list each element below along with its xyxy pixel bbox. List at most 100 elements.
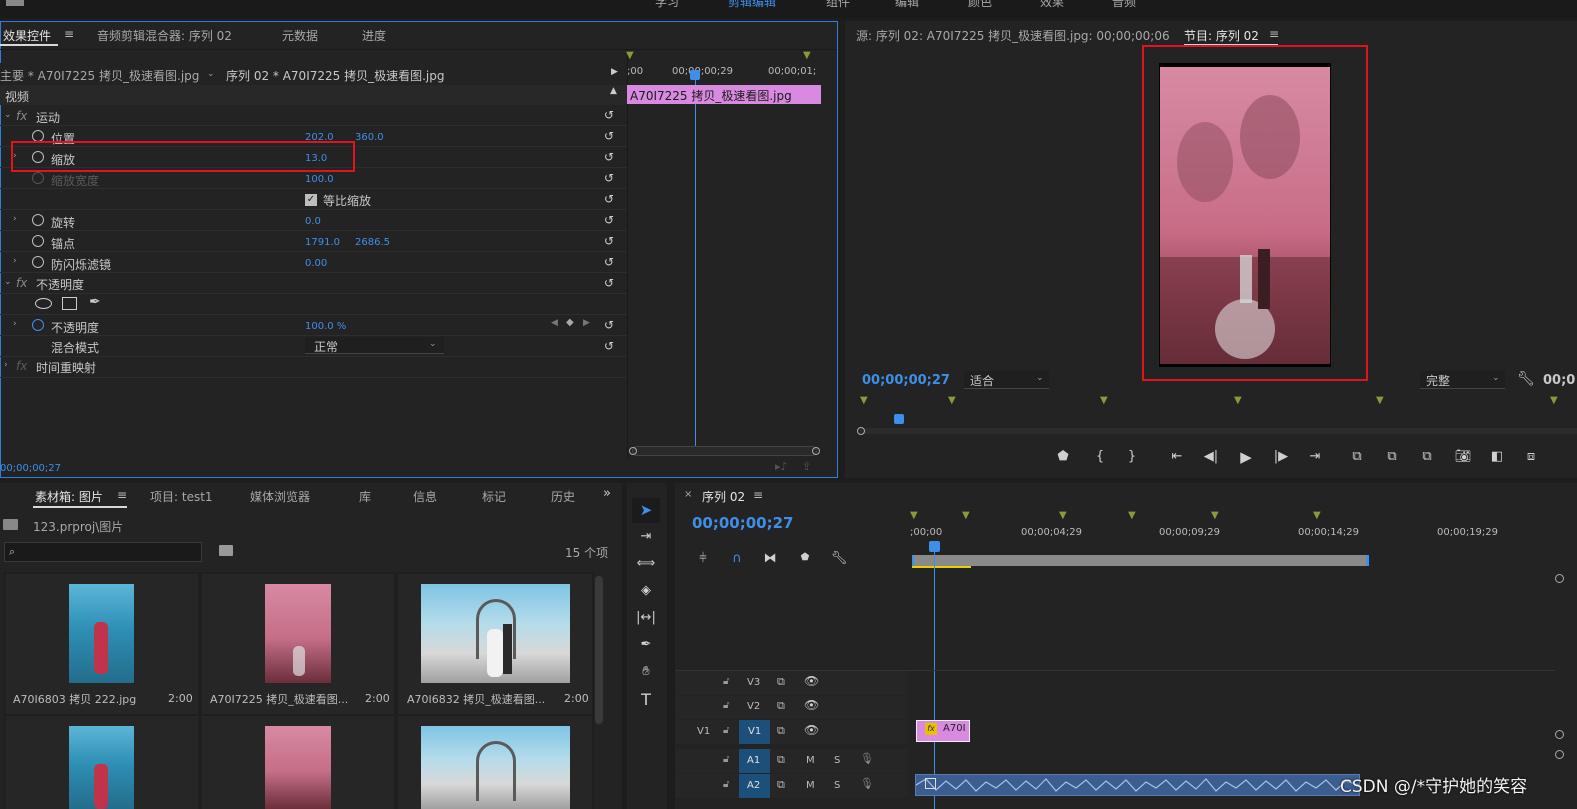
quality-select[interactable]: 完整 ⌄	[1420, 371, 1505, 389]
selection-tool-icon[interactable]: ➤	[632, 498, 660, 523]
workspace-tab-learn[interactable]: 学习	[655, 0, 679, 10]
anchor-x-value[interactable]: 1791.0	[305, 237, 340, 248]
source-patch-label[interactable]: V1	[697, 726, 710, 737]
thumbnail-image[interactable]	[69, 584, 134, 683]
export-icon[interactable]: ⇪	[802, 460, 811, 473]
work-area-bar[interactable]	[912, 555, 1369, 566]
mute-button[interactable]: M	[806, 755, 815, 766]
step-forward-icon[interactable]: |▶	[1270, 449, 1292, 464]
sync-lock-icon[interactable]: ⧉	[777, 675, 785, 689]
expand-chevron-icon[interactable]: ›	[13, 319, 17, 329]
lock-icon[interactable]: 🔓︎	[723, 779, 729, 790]
go-to-out-icon[interactable]: ⇥	[1304, 449, 1326, 464]
reset-icon[interactable]: ↺	[604, 109, 618, 121]
rotation-value[interactable]: 0.0	[305, 216, 321, 227]
fit-select[interactable]: 适合 ⌄	[964, 371, 1049, 389]
timeline-vscroll-handle[interactable]	[1555, 574, 1564, 583]
tab-libraries[interactable]: 库	[359, 488, 371, 505]
mini-playhead-handle[interactable]	[690, 70, 700, 80]
thumbnail-image[interactable]	[421, 726, 570, 809]
track-select-tool-icon[interactable]: ⇥	[635, 529, 657, 544]
toggle-proxies-icon[interactable]: ⧈	[1520, 449, 1542, 464]
sync-lock-icon[interactable]: ⧉	[777, 699, 785, 713]
tab-metadata[interactable]: 元数据	[282, 27, 318, 44]
mini-scroll-handle-left[interactable]	[629, 447, 637, 455]
export-frame-icon[interactable]: 📷︎	[1452, 449, 1474, 464]
uniform-scale-checkbox[interactable]: ✓	[305, 194, 317, 206]
razor-tool-icon[interactable]: ◈	[635, 583, 657, 598]
play-only-clip-icon[interactable]: ▶	[611, 67, 618, 77]
program-ruler[interactable]: ▼ ▼ ▼ ▼ ▼ ▼	[857, 395, 1577, 435]
tab-effect-controls[interactable]: 效果控件	[3, 27, 51, 44]
opacity-group-row[interactable]	[0, 273, 627, 294]
pen-mask-icon[interactable]: ✒	[89, 294, 101, 310]
keyframe-prev-icon[interactable]: ◀	[551, 318, 558, 328]
lock-icon[interactable]: 🔓︎	[723, 700, 729, 711]
keyframe-next-icon[interactable]: ▶	[583, 318, 590, 328]
add-marker-icon[interactable]: ⬟	[794, 552, 816, 563]
program-playhead[interactable]	[894, 414, 904, 424]
tab-media-browser[interactable]: 媒体浏览器	[250, 488, 310, 505]
play-icon[interactable]: ▶	[1235, 448, 1257, 466]
timeline-clip-a2[interactable]	[915, 774, 1360, 796]
tab-sequence[interactable]: 序列 02	[702, 488, 745, 505]
microphone-icon[interactable]: 🎙︎	[860, 752, 874, 765]
track-label[interactable]: A1	[747, 755, 760, 766]
reset-icon[interactable]: ↺	[604, 235, 618, 247]
thumbnail-image[interactable]	[69, 726, 134, 809]
sync-lock-icon[interactable]: ⧉	[777, 724, 785, 738]
mark-in-icon[interactable]: {	[1089, 449, 1111, 464]
reset-icon[interactable]: ↺	[604, 277, 618, 289]
track-label[interactable]: A2	[747, 780, 760, 791]
sequence-clip-label[interactable]: 序列 02 * A70I7225 拷贝_极速看图.jpg	[226, 67, 444, 84]
timeline-playhead-handle[interactable]	[929, 541, 940, 552]
timeline-vscroll-handle[interactable]	[1555, 750, 1564, 759]
home-icon[interactable]	[6, 0, 24, 6]
reset-icon[interactable]: ↺	[604, 151, 618, 163]
pen-tool-icon[interactable]: ✒	[635, 637, 657, 652]
sync-lock-icon[interactable]: ⧉	[777, 753, 785, 767]
expand-chevron-icon[interactable]: ›	[13, 214, 17, 224]
thumbnail-image[interactable]	[421, 584, 570, 683]
workspace-tab-effects[interactable]: 效果	[1040, 0, 1064, 10]
workspace-tab-assembly[interactable]: 剪辑编辑	[728, 0, 776, 10]
microphone-icon[interactable]: 🎙︎	[860, 777, 874, 790]
slip-tool-icon[interactable]: |↔|	[635, 610, 657, 625]
hand-tool-icon[interactable]: ✋︎	[635, 664, 657, 679]
step-back-icon[interactable]: ◀|	[1200, 449, 1222, 464]
panel-menu-icon[interactable]: ≡	[117, 488, 127, 502]
overwrite-icon[interactable]: ⧉	[1381, 449, 1403, 464]
add-marker-icon[interactable]: ⬟	[1052, 449, 1074, 464]
timeline-clip-v1[interactable]: fx A70I	[916, 720, 970, 742]
expand-chevron-icon[interactable]: ⌄	[4, 110, 12, 120]
effect-timecode[interactable]: 00;00;00;27	[0, 463, 61, 474]
track-label[interactable]: V2	[747, 701, 760, 712]
blend-mode-select[interactable]: 正常 ⌄	[305, 337, 444, 354]
stopwatch-icon[interactable]	[32, 319, 44, 331]
program-scroll-track[interactable]	[860, 428, 1577, 434]
lift-icon[interactable]: ⧉	[1416, 449, 1438, 464]
more-tabs-icon[interactable]: »	[603, 486, 611, 501]
stopwatch-icon[interactable]	[32, 256, 44, 268]
sync-lock-icon[interactable]: ⧉	[777, 778, 785, 792]
reset-icon[interactable]: ↺	[604, 256, 618, 268]
antiflicker-value[interactable]: 0.00	[305, 258, 327, 269]
track-label[interactable]: V1	[748, 726, 761, 737]
ripple-edit-tool-icon[interactable]: ⟺	[635, 556, 657, 571]
timeline-vscroll-handle[interactable]	[1555, 730, 1564, 739]
position-y-value[interactable]: 360.0	[355, 132, 384, 143]
wrench-icon[interactable]: 🔧︎	[828, 551, 850, 566]
tab-audio-mixer[interactable]: 音频剪辑混合器: 序列 02	[97, 27, 232, 44]
tab-progress[interactable]: 进度	[362, 27, 386, 44]
mini-scroll-handle-right[interactable]	[812, 447, 820, 455]
snap-magnet-icon[interactable]: ∩	[726, 551, 748, 566]
linked-selection-icon[interactable]: ⧓	[759, 551, 781, 566]
type-tool-icon[interactable]: T	[635, 690, 657, 709]
tab-markers[interactable]: 标记	[482, 488, 506, 505]
lock-icon[interactable]: 🔓︎	[723, 676, 729, 687]
tab-program[interactable]: 节目: 序列 02	[1184, 27, 1259, 44]
tab-source[interactable]: 源: 序列 02: A70I7225 拷贝_极速看图.jpg: 00;00;00…	[856, 27, 1170, 44]
close-icon[interactable]: ×	[684, 489, 692, 500]
insert-icon[interactable]: ⧉	[1346, 449, 1368, 464]
wrench-icon[interactable]: 🔧︎	[1517, 371, 1535, 387]
